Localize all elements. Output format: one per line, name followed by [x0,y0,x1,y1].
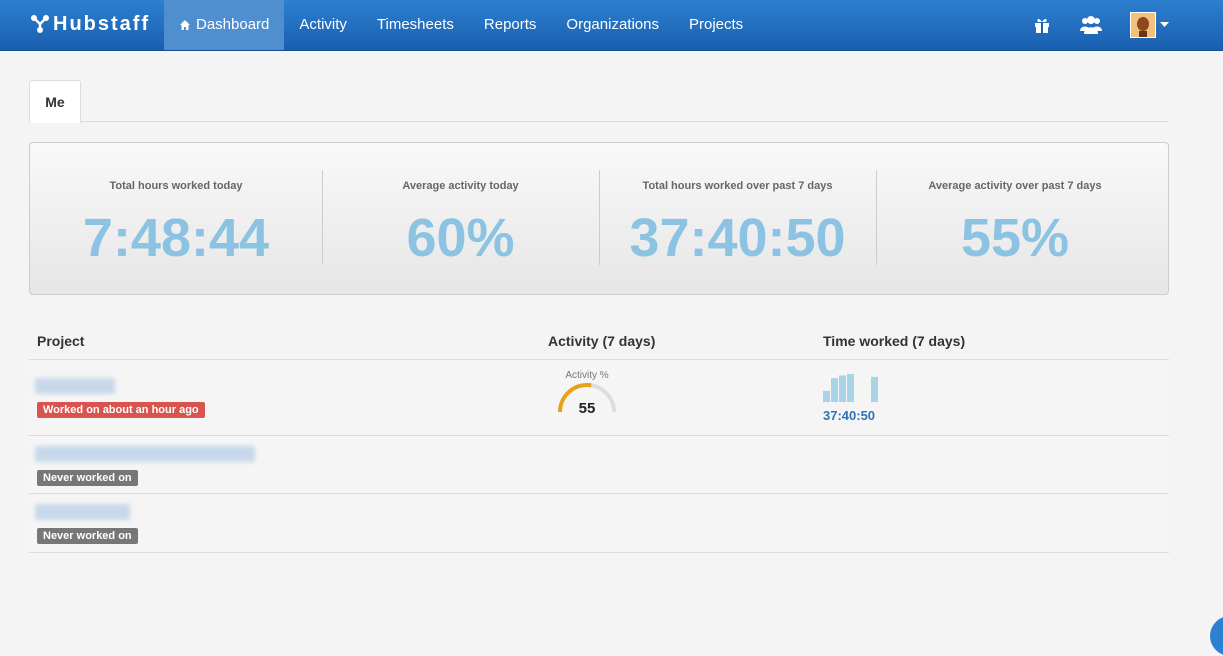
hubstaff-logo[interactable]: Hubstaff [30,13,150,35]
stat-label: Average activity today [402,180,519,192]
status-badge: Never worked on [37,528,138,544]
nav-timesheets-label: Timesheets [376,16,454,33]
stat-value: 7:48:44 [82,208,270,268]
nav-organizations-label: Organizations [566,16,659,33]
stat-activity-today: Average activity today 60% [322,143,599,294]
time-worked-value: 37:40:50 [823,408,876,423]
home-icon [180,20,190,30]
project-name-redacted[interactable] [35,446,255,462]
nav-dashboard[interactable]: Dashboard [164,0,285,50]
status-badge: Never worked on [37,470,138,486]
stat-value: 60% [406,208,515,268]
table-row: Worked on about an hour ago Activity % 5… [29,359,1169,436]
table-row: Never worked on [29,435,1169,494]
gauge-label: Activity % [565,370,609,381]
status-badge: Worked on about an hour ago [37,402,205,418]
help-chat-button[interactable] [1210,616,1223,656]
sparkline-bar [839,375,846,402]
sparkline-bar [871,376,878,402]
tab-me[interactable]: Me [29,80,81,123]
sparkline-bar [831,378,838,402]
nav-projects[interactable]: Projects [674,0,758,50]
project-name-redacted[interactable] [35,504,130,520]
stat-hours-7-days: Total hours worked over past 7 days 37:4… [599,143,876,294]
stat-activity-7-days: Average activity over past 7 days 55% [876,143,1154,294]
nav-timesheets[interactable]: Timesheets [362,0,469,50]
gift-icon[interactable] [1033,16,1051,34]
sparkline-bar [823,390,830,402]
avatar-image [1131,13,1155,37]
activity-gauge: Activity % 55 [556,370,618,426]
sparkline-bar [847,374,854,402]
nav-dashboard-label: Dashboard [196,16,270,33]
stat-value: 37:40:50 [629,208,846,268]
tabs-divider [29,121,1168,122]
project-name-redacted[interactable] [35,378,115,394]
avatar[interactable] [1130,12,1156,38]
nav-projects-label: Projects [688,16,744,33]
users-icon[interactable] [1080,15,1102,35]
nav-activity-label: Activity [299,16,347,33]
stat-hours-today: Total hours worked today 7:48:44 [30,143,322,294]
logo-text: Hubstaff [53,12,151,35]
time-worked-sparkline [823,374,878,402]
nav-reports[interactable]: Reports [469,0,552,50]
stat-label: Total hours worked today [109,180,243,192]
hubstaff-logo-icon [31,15,49,33]
nav-organizations[interactable]: Organizations [551,0,674,50]
column-header-project: Project [37,333,85,349]
caret-down-icon[interactable] [1160,22,1169,28]
stat-label: Total hours worked over past 7 days [642,180,833,192]
gauge-value: 55 [578,400,596,417]
nav-activity[interactable]: Activity [284,0,362,50]
main-nav: Dashboard Activity Timesheets Reports Or… [164,0,758,50]
stat-value: 55% [960,208,1070,268]
stats-panel: Total hours worked today 7:48:44 Average… [29,142,1169,295]
top-navbar: Hubstaff Dashboard Activity Timesheets R… [0,0,1223,51]
column-header-time-worked: Time worked (7 days) [823,333,966,349]
column-header-activity: Activity (7 days) [548,333,656,349]
nav-reports-label: Reports [483,16,537,33]
table-row: Never worked on [29,493,1169,553]
stat-label: Average activity over past 7 days [928,180,1102,192]
